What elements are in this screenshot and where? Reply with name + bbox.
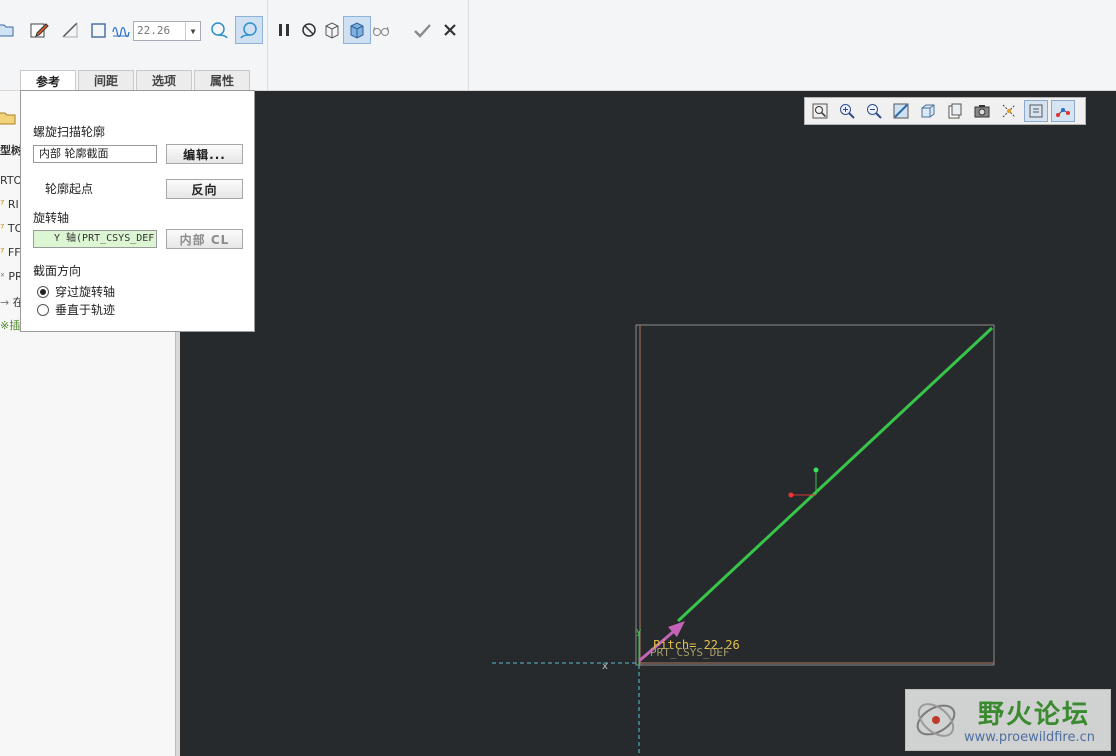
refit-icon[interactable] — [889, 100, 913, 122]
radio-dot-selected[interactable] — [37, 285, 49, 298]
rotation-axis-label: 旋转轴 — [33, 211, 70, 225]
view-orientation-icon[interactable] — [916, 100, 940, 122]
cancel-x-icon[interactable] — [439, 19, 461, 41]
radio-label: 垂直于轨迹 — [55, 303, 116, 317]
watermark-url: www.proewildfire.cn — [964, 730, 1095, 745]
internal-cl-button[interactable]: 内部 CL — [166, 229, 243, 249]
pitch-input[interactable] — [134, 22, 185, 38]
watermark-title: 野火论坛 — [978, 700, 1091, 730]
glasses-preview-icon[interactable] — [370, 19, 392, 41]
chevron-down-icon[interactable]: ▼ — [185, 22, 200, 40]
csys-y-marker — [813, 467, 819, 473]
forum-watermark: 野火论坛 www.proewildfire.cn — [905, 689, 1111, 751]
pitch-combo[interactable]: ▼ — [133, 21, 201, 41]
datum-display-icon[interactable] — [997, 100, 1021, 122]
zoom-in-icon[interactable] — [835, 100, 859, 122]
watermark-logo-icon — [916, 703, 956, 737]
display-style-icon[interactable] — [970, 100, 994, 122]
attached-preview-icon[interactable] — [343, 16, 371, 44]
radio-normal-to-trajectory[interactable]: 垂直于轨迹 — [37, 301, 115, 318]
zoom-out-icon[interactable] — [862, 100, 886, 122]
axis-x-label: x — [602, 661, 608, 672]
radio-through-axis[interactable]: 穿过旋转轴 — [37, 283, 115, 300]
tab-properties[interactable]: 属性 — [194, 70, 250, 90]
graphics-viewport[interactable]: x y Pitch= 22.26 PRT_CSYS_DEF — [180, 91, 1116, 756]
confirm-check-icon[interactable] — [411, 19, 433, 41]
references-panel: 螺旋扫描轮廓 内部 轮廓截面 编辑... 轮廓起点 反向 旋转轴 Y 轴(PRT… — [20, 90, 255, 332]
profile-section-icon[interactable] — [88, 19, 110, 41]
annotation-display-icon[interactable] — [1024, 100, 1048, 122]
verify-preview-icon[interactable] — [321, 19, 343, 41]
view-toolbar — [804, 97, 1086, 125]
tree-item[interactable]: ⁷ FF — [0, 246, 21, 259]
dashboard-tabs: 参考 间距 选项 属性 — [20, 70, 252, 91]
pause-icon[interactable] — [273, 19, 295, 41]
right-handed-helix-icon[interactable] — [235, 16, 263, 44]
radio-label: 穿过旋转轴 — [55, 285, 116, 299]
left-handed-helix-icon[interactable] — [208, 19, 230, 41]
edit-sketch-icon[interactable] — [28, 19, 50, 41]
csys-x-marker — [788, 492, 794, 498]
diagonal-line-icon[interactable] — [59, 19, 81, 41]
helix-trajectory — [676, 326, 994, 623]
pitch-coil-icon[interactable] — [110, 19, 132, 41]
csys-annotation: PRT_CSYS_DEF — [650, 646, 729, 659]
flip-button[interactable]: 反向 — [166, 179, 243, 199]
tab-references[interactable]: 参考 — [20, 70, 76, 91]
zoom-window-icon[interactable] — [808, 100, 832, 122]
tree-item[interactable]: ⁷ RI — [0, 198, 19, 211]
profile-start-label: 轮廓起点 — [45, 182, 94, 196]
tab-options[interactable]: 选项 — [136, 70, 192, 90]
tab-pitch[interactable]: 间距 — [78, 70, 134, 90]
radio-dot[interactable] — [37, 303, 49, 316]
axis-y-label: y — [636, 627, 642, 637]
edit-button[interactable]: 编辑... — [166, 144, 243, 164]
saved-views-icon[interactable] — [943, 100, 967, 122]
model-tree-header: 型树 — [0, 144, 22, 157]
sweep-profile-label: 螺旋扫描轮廓 — [33, 125, 106, 139]
sketch-open-icon[interactable] — [0, 19, 16, 41]
no-preview-icon[interactable] — [298, 19, 320, 41]
ribbon-toolbar: ▼ 参考 间距 选项 属性 — [0, 0, 1116, 91]
sweep-profile-field[interactable]: 内部 轮廓截面 — [33, 145, 157, 163]
tree-item[interactable]: ※插 — [0, 317, 20, 333]
section-orientation-label: 截面方向 — [33, 264, 82, 278]
helix-sweep-preview: x y Pitch= 22.26 PRT_CSYS_DEF — [492, 324, 995, 756]
spin-center-icon[interactable] — [1051, 100, 1075, 122]
folder-icon[interactable] — [0, 107, 18, 129]
rotation-axis-field[interactable]: Y 轴(PRT_CSYS_DEF — [33, 230, 157, 248]
